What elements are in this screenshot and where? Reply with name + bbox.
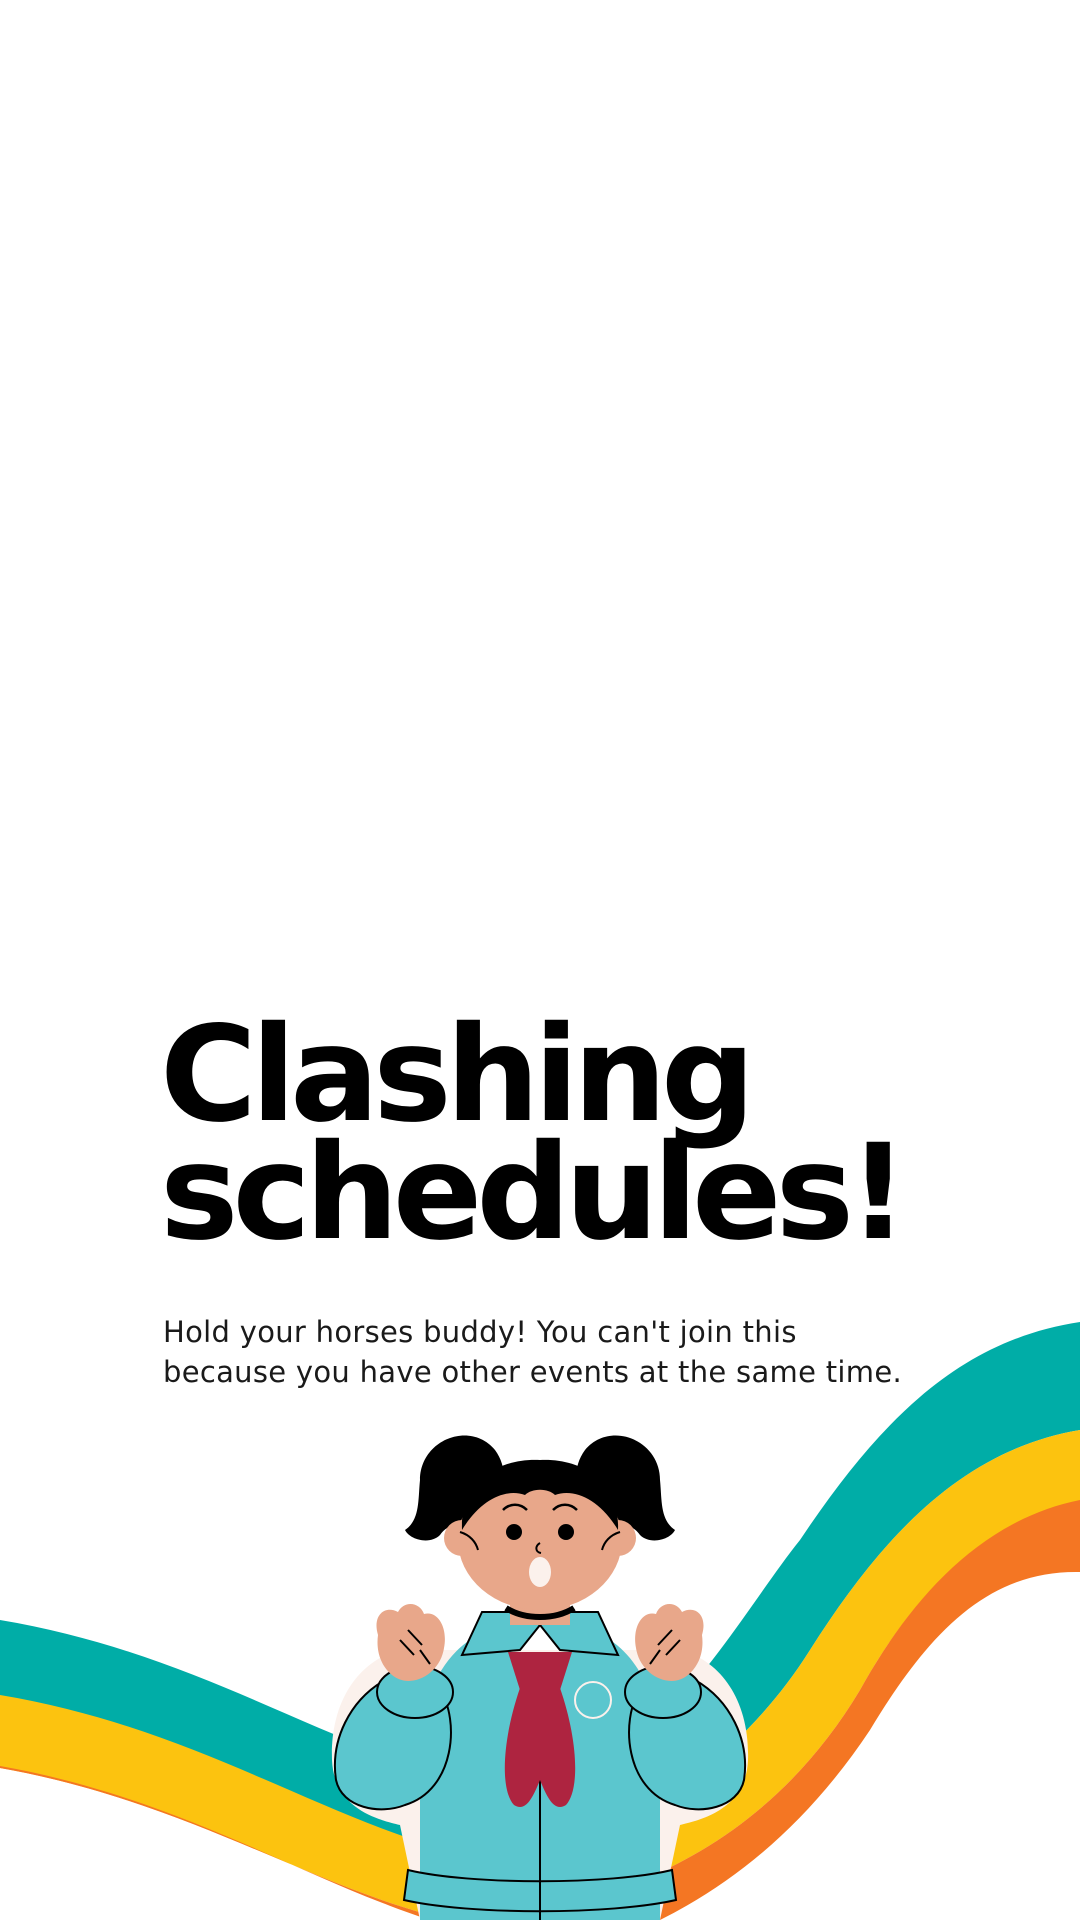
message-line-2: because you have other events at the sam… (163, 1355, 902, 1389)
right-eye (558, 1524, 574, 1540)
title-line-2: schedules! (160, 1116, 908, 1270)
screen: Clashing schedules! Hold your horses bud… (0, 0, 1080, 1920)
page-title: Clashing schedules! (160, 1009, 1020, 1270)
message-line-1: Hold your horses buddy! You can't join t… (163, 1315, 797, 1349)
message-text: Hold your horses buddy! You can't join t… (163, 1312, 1063, 1392)
open-mouth (529, 1557, 551, 1587)
jacket-badge (574, 1681, 612, 1719)
surprised-girl-illustration (331, 1435, 749, 1920)
left-eye (506, 1524, 522, 1540)
